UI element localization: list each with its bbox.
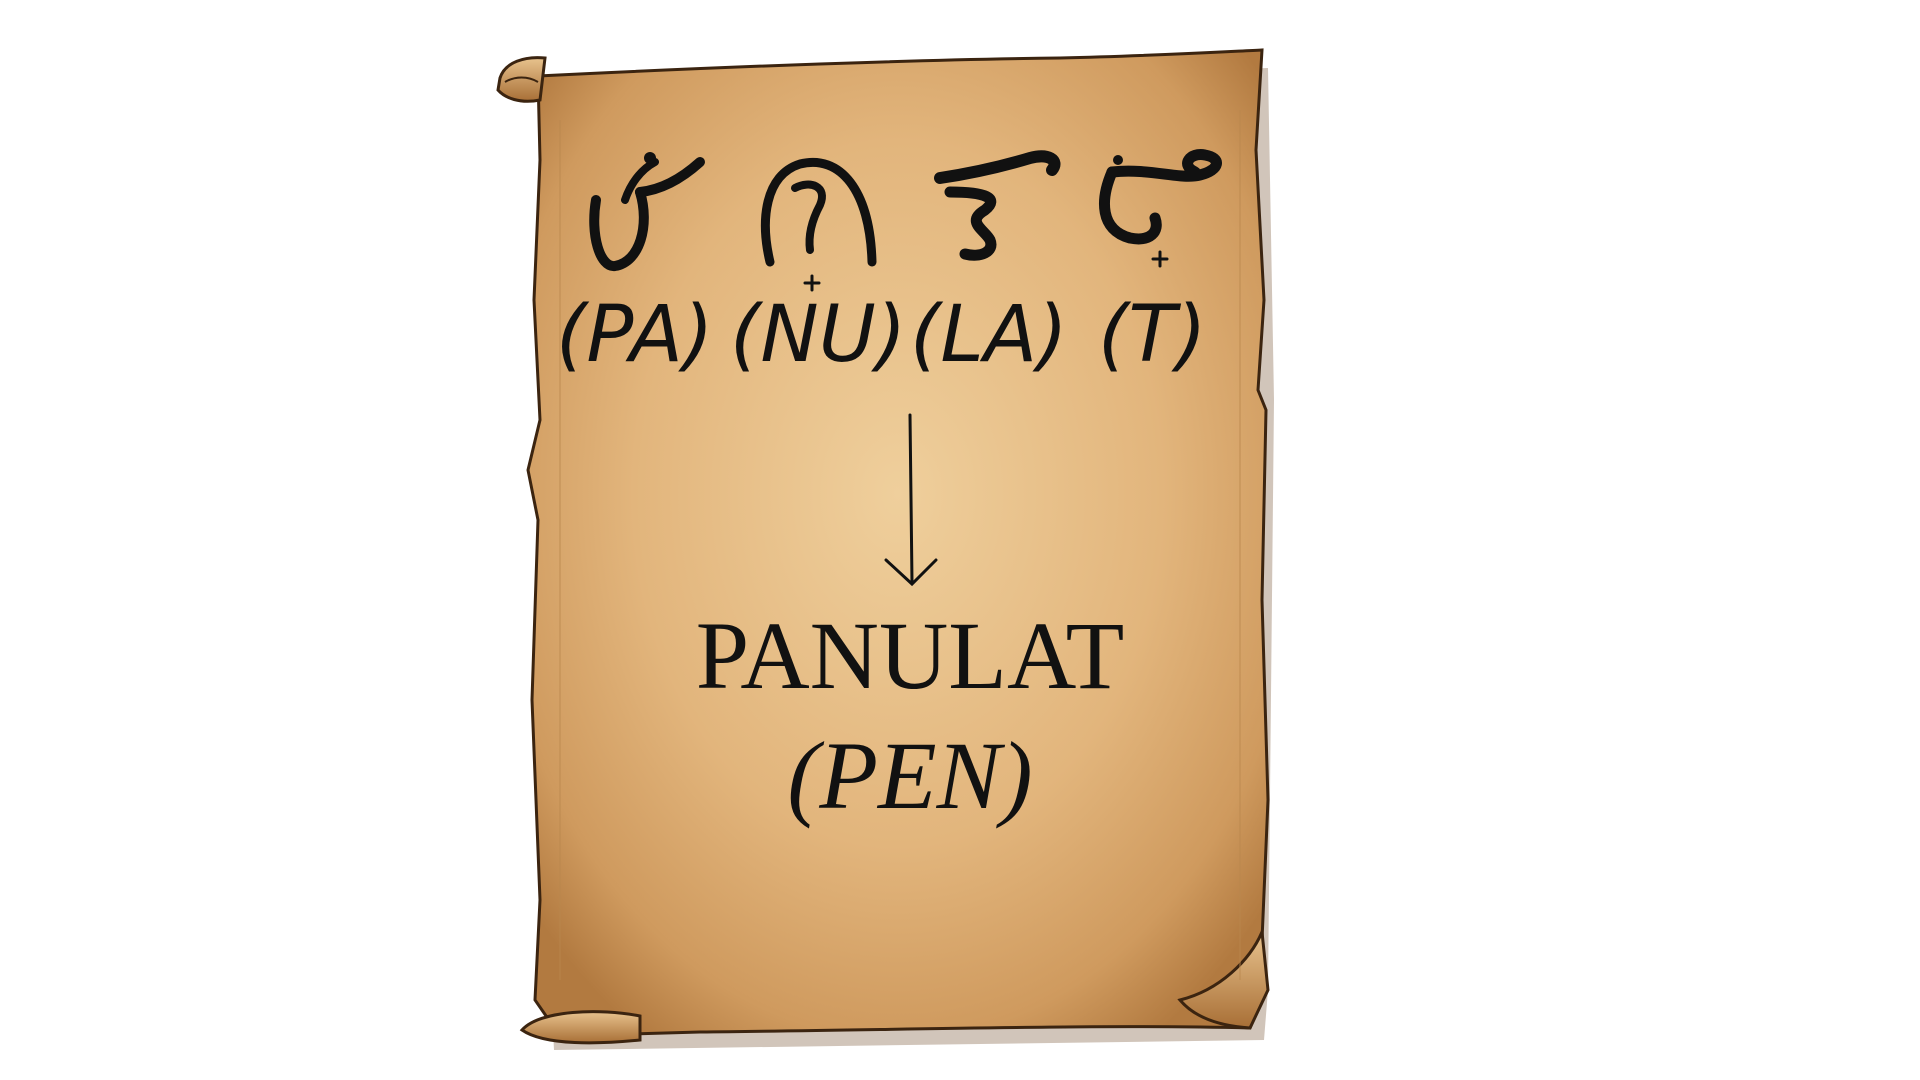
- parchment-scroll: [496, 48, 1274, 1050]
- word-title: PANULAT: [695, 602, 1125, 709]
- syllable-label-pa: (PA): [556, 290, 714, 380]
- top-left-curl: [496, 56, 547, 103]
- scroll-illustration: (PA) (NU) (LA) (T) PANULAT (PEN): [0, 0, 1920, 1080]
- word-translation: (PEN): [787, 722, 1033, 829]
- bottom-left-curl: [519, 1010, 642, 1045]
- syllable-label-t: (T): [1098, 290, 1207, 380]
- syllable-label-nu: (NU): [730, 290, 907, 380]
- syllable-label-la: (LA): [910, 290, 1068, 380]
